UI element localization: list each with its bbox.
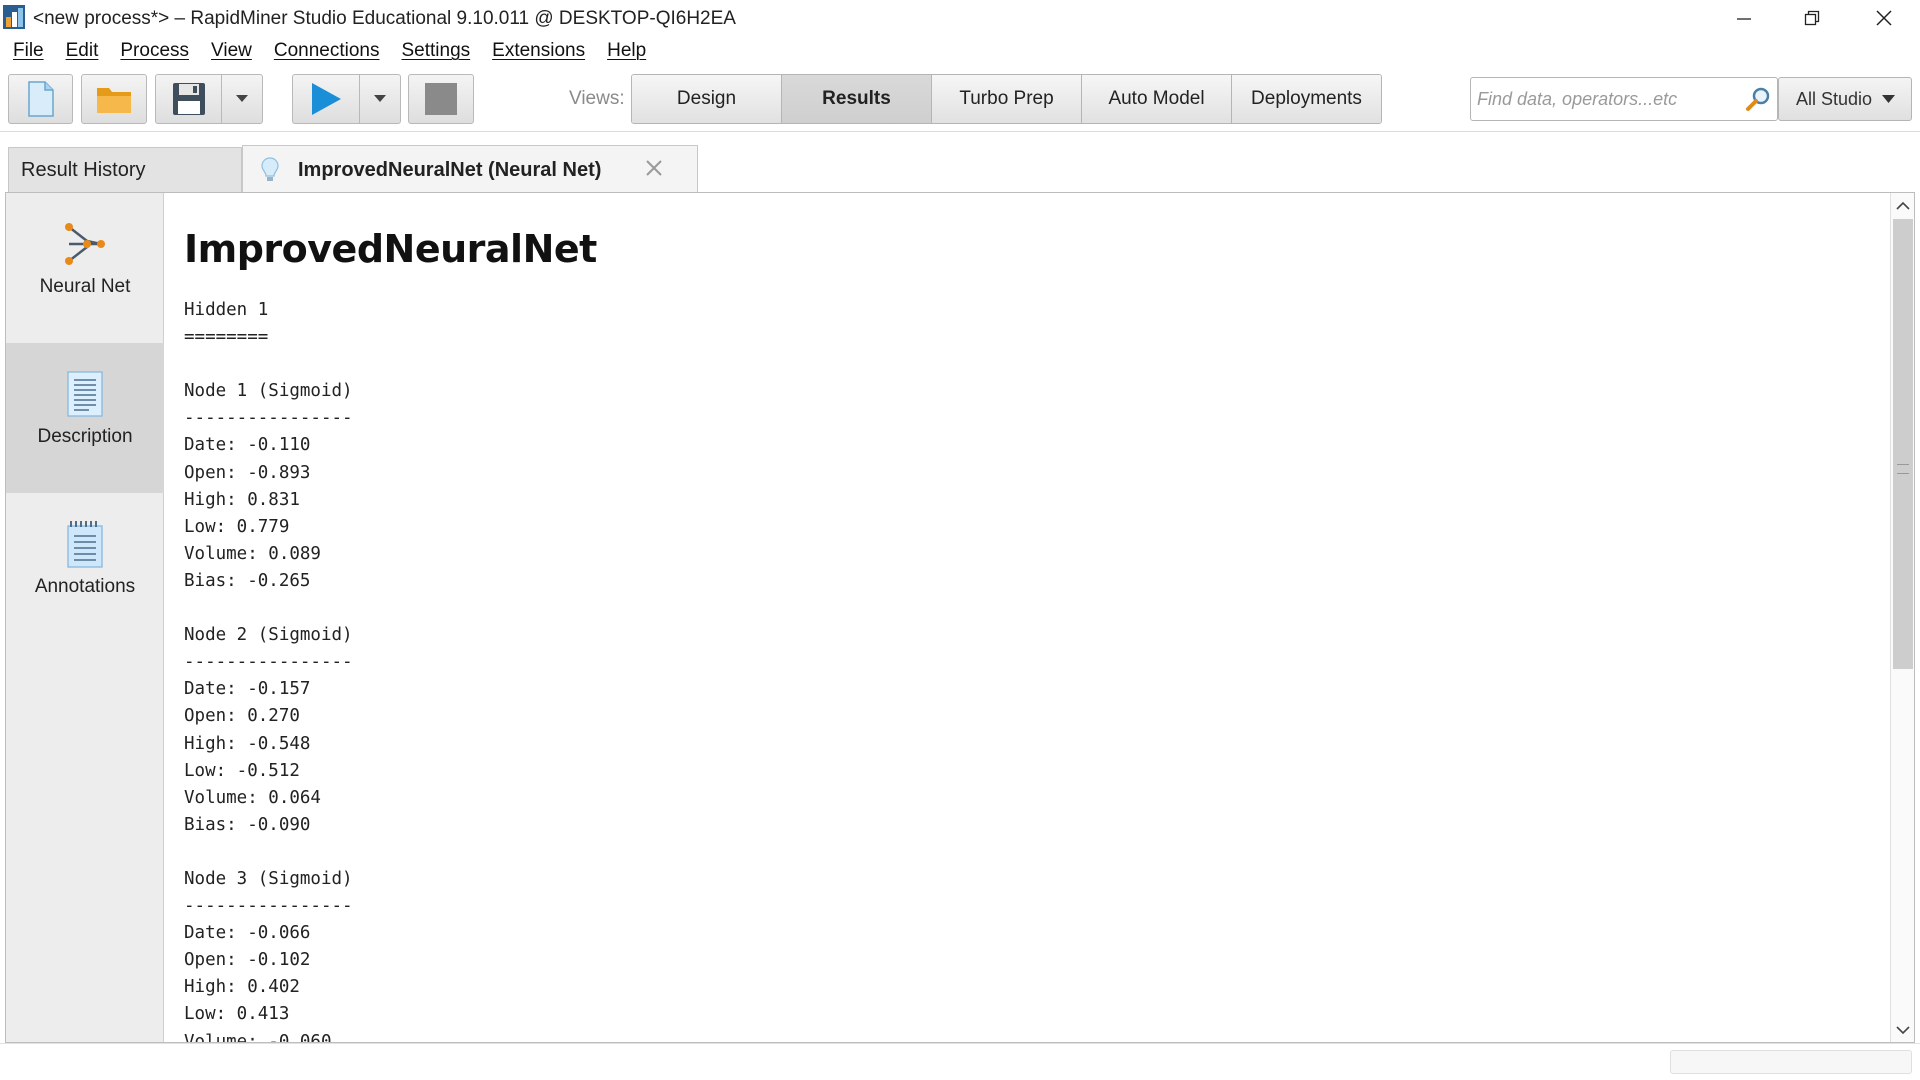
description-content: ImprovedNeuralNet Hidden 1 ======== Node… [178, 193, 1878, 1042]
chevron-down-icon [236, 95, 248, 102]
menu-edit[interactable]: Edit [55, 40, 110, 62]
tab-label: ImprovedNeuralNet (Neural Net) [298, 159, 602, 181]
scroll-grip-icon [1897, 464, 1909, 474]
tab-result-history[interactable]: Result History [8, 147, 242, 192]
description-icon [67, 371, 103, 417]
sidebar-item-label: Description [37, 426, 133, 447]
view-deployments-button[interactable]: Deployments [1232, 75, 1381, 123]
menu-bar: File Edit Process View Connections Setti… [0, 36, 1920, 66]
new-process-button[interactable] [8, 74, 73, 124]
run-process-button[interactable] [292, 74, 359, 124]
save-disk-icon [172, 83, 205, 115]
play-icon [312, 83, 341, 115]
menu-extensions[interactable]: Extensions [481, 40, 596, 62]
stop-icon [425, 83, 457, 115]
views-label: Views: [569, 88, 625, 109]
close-tab-icon[interactable] [645, 159, 663, 177]
run-options-dropdown[interactable] [359, 74, 401, 124]
view-auto-model-button[interactable]: Auto Model [1082, 75, 1232, 123]
sidebar-item-description[interactable]: Description [6, 343, 164, 493]
sidebar-item-label: Annotations [34, 576, 136, 597]
model-title: ImprovedNeuralNet [184, 227, 597, 271]
close-window-button[interactable] [1850, 0, 1918, 36]
result-view-sidebar: Neural Net Description Annotations [6, 193, 164, 1042]
tab-improved-neural-net[interactable]: ImprovedNeuralNet (Neural Net) [242, 145, 698, 193]
views-switcher: Design Results Turbo Prep Auto Model Dep… [631, 74, 1382, 124]
sidebar-item-annotations[interactable]: Annotations [6, 493, 164, 643]
search-scope-label: All Studio [1796, 88, 1873, 109]
chevron-down-icon [374, 95, 386, 102]
close-icon [1876, 10, 1892, 26]
chevron-up-icon [1896, 201, 1910, 210]
view-turbo-prep-button[interactable]: Turbo Prep [932, 75, 1082, 123]
minimize-icon [1737, 18, 1751, 20]
menu-help[interactable]: Help [596, 40, 657, 62]
search-scope-dropdown[interactable]: All Studio [1778, 77, 1912, 121]
view-design-button[interactable]: Design [632, 75, 782, 123]
status-bar [0, 1043, 1920, 1080]
menu-file[interactable]: File [2, 40, 55, 62]
annotations-icon [67, 521, 103, 568]
neural-net-icon [65, 223, 105, 265]
search-icon[interactable] [1745, 86, 1771, 112]
new-document-icon [27, 81, 54, 117]
scroll-down-button[interactable] [1891, 1018, 1915, 1042]
menu-connections[interactable]: Connections [263, 40, 391, 62]
result-tabs: Result History ImprovedNeuralNet (Neural… [0, 132, 1920, 193]
status-progress-area [1670, 1050, 1912, 1074]
global-search [1470, 77, 1778, 121]
main-toolbar: Views: Design Results Turbo Prep Auto Mo… [0, 66, 1920, 132]
model-description-text: Hidden 1 ======== Node 1 (Sigmoid) -----… [184, 300, 353, 1042]
window-title: <new process*> – RapidMiner Studio Educa… [33, 8, 736, 29]
minimize-button[interactable] [1710, 0, 1778, 36]
menu-process[interactable]: Process [109, 40, 200, 62]
stop-process-button[interactable] [408, 74, 474, 124]
save-process-button[interactable] [155, 74, 221, 124]
restore-icon [1804, 10, 1820, 26]
rapidminer-logo-icon [3, 5, 25, 29]
result-panel: Neural Net Description Annotations Impro… [5, 192, 1915, 1043]
title-bar: <new process*> – RapidMiner Studio Educa… [0, 0, 1920, 36]
menu-view[interactable]: View [200, 40, 263, 62]
save-options-dropdown[interactable] [221, 74, 263, 124]
view-results-button[interactable]: Results [782, 75, 932, 123]
chevron-down-icon [1896, 1025, 1910, 1034]
open-process-button[interactable] [81, 74, 147, 124]
lightbulb-icon [261, 157, 279, 181]
sidebar-item-label: Neural Net [39, 276, 131, 297]
chevron-down-icon [1882, 94, 1896, 103]
scroll-up-button[interactable] [1891, 193, 1915, 217]
folder-icon [97, 88, 131, 113]
sidebar-item-neural-net[interactable]: Neural Net [6, 193, 164, 343]
vertical-scrollbar[interactable] [1890, 193, 1914, 1042]
menu-settings[interactable]: Settings [390, 40, 481, 62]
restore-button[interactable] [1778, 0, 1846, 36]
search-input[interactable] [1477, 86, 1732, 112]
scroll-thumb[interactable] [1893, 219, 1913, 669]
